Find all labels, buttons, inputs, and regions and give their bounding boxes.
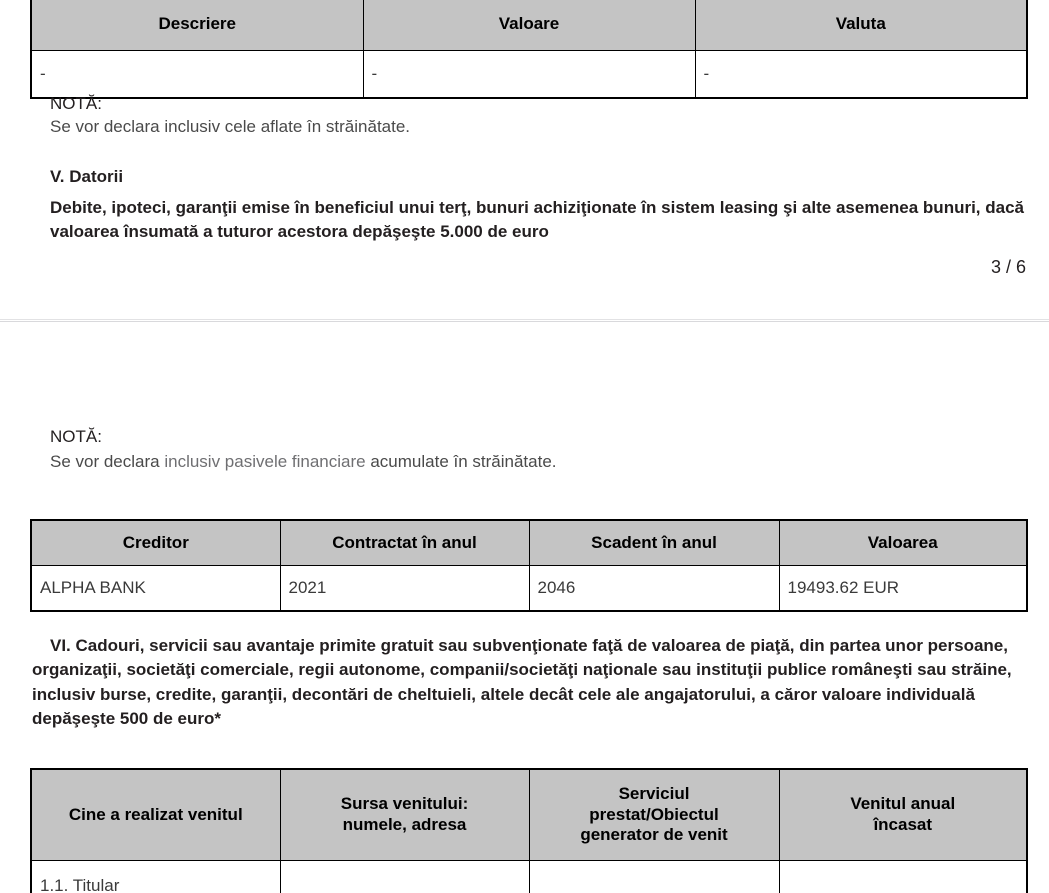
- table-descriere-valoare-valuta: Descriere Valoare Valuta - - -: [30, 0, 1028, 99]
- section-vi-description-line-1: VI. Cadouri, servicii sau avantaje primi…: [50, 636, 825, 655]
- column-header-sursa-venitului: Sursa venitului: numele, adresa: [279, 768, 530, 861]
- note-text-1: Se vor declara inclusiv cele aflate în s…: [50, 117, 411, 136]
- page-sheet-4: NOTĂ: Se vor declara inclusiv pasivele f…: [0, 322, 1049, 893]
- cell-contractat-in-anul: 2021: [279, 565, 530, 612]
- table-header-row: Creditor Contractat în anul Scadent în a…: [30, 519, 1028, 566]
- header-line: Venitul anual: [850, 794, 956, 814]
- note-text-2-part-c: acumulate în străinătate.: [370, 452, 557, 471]
- document-viewport: Descriere Valoare Valuta - - - NOTĂ: Se …: [0, 0, 1049, 893]
- section-vi-description: VI. Cadouri, servicii sau avantaje primi…: [32, 634, 1022, 732]
- column-header-serviciul-prestat: Serviciul prestat/Obiectul generator de ve…: [528, 768, 780, 861]
- header-line: generator de venit: [580, 825, 728, 845]
- cell-valuta: -: [694, 50, 1028, 99]
- cell-cine-a-realizat-venitul: 1.1. Titular: [30, 860, 281, 893]
- table-header-row: Cine a realizat venitul Sursa venitului:…: [30, 768, 1028, 861]
- cell-valoarea: 19493.62 EUR: [778, 565, 1028, 612]
- note-label-2: NOTĂ:: [50, 427, 102, 446]
- cell-sursa-venitului: [279, 860, 530, 893]
- header-line: Sursa venitului:: [340, 794, 469, 814]
- table-header-row: Descriere Valoare Valuta: [30, 0, 1028, 51]
- cell-scadent-in-anul: 2046: [528, 565, 780, 612]
- column-header-scadent-in-anul: Scadent în anul: [528, 519, 780, 566]
- table-row: - - -: [30, 50, 1028, 99]
- note-label-1: NOTĂ:: [50, 94, 102, 113]
- cell-serviciul-prestat: [528, 860, 780, 893]
- section-v-title: V. Datorii: [50, 167, 124, 186]
- cell-valoare: -: [362, 50, 696, 99]
- page-sheet-3: Descriere Valoare Valuta - - - NOTĂ: Se …: [0, 0, 1049, 319]
- note-text-2: Se vor declara inclusiv pasivele financi…: [50, 453, 557, 470]
- table-cadouri-venit: Cine a realizat venitul Sursa venitului:…: [30, 768, 1028, 893]
- cell-venitul-anual-incasat: [778, 860, 1028, 893]
- section-v-description-line-1: Debite, ipoteci, garanţii emise în benef…: [50, 198, 832, 217]
- header-line: Cine a realizat venitul: [68, 804, 243, 824]
- column-header-valoarea: Valoarea: [778, 519, 1028, 566]
- column-header-contractat-in-anul: Contractat în anul: [279, 519, 530, 566]
- note-text-2-part-b: inclusiv pasivele financiare: [164, 452, 371, 471]
- note-text-2-part-a: Se vor declara: [50, 452, 165, 471]
- table-datorii-creditor: Creditor Contractat în anul Scadent în a…: [30, 519, 1028, 612]
- column-header-valoare: Valoare: [362, 0, 696, 51]
- header-line: numele, adresa: [342, 815, 467, 834]
- header-line: Serviciul: [618, 783, 690, 803]
- header-line: încasat: [873, 815, 933, 834]
- column-header-descriere: Descriere: [30, 0, 364, 51]
- column-header-cine-a-realizat-venitul: Cine a realizat venitul: [30, 768, 281, 861]
- cell-creditor: ALPHA BANK: [30, 565, 281, 612]
- table-row: ALPHA BANK 2021 2046 19493.62 EUR: [30, 565, 1028, 612]
- header-line: prestat/Obiectul: [589, 804, 719, 824]
- column-header-creditor: Creditor: [30, 519, 281, 566]
- page-number-indicator: 3 / 6: [990, 257, 1026, 277]
- table-row: 1.1. Titular: [30, 860, 1028, 893]
- column-header-valuta: Valuta: [694, 0, 1028, 51]
- column-header-venitul-anual-incasat: Venitul anual încasat: [778, 768, 1028, 861]
- cell-descriere: -: [30, 50, 364, 99]
- section-v-description: Debite, ipoteci, garanţii emise în benef…: [50, 196, 1025, 244]
